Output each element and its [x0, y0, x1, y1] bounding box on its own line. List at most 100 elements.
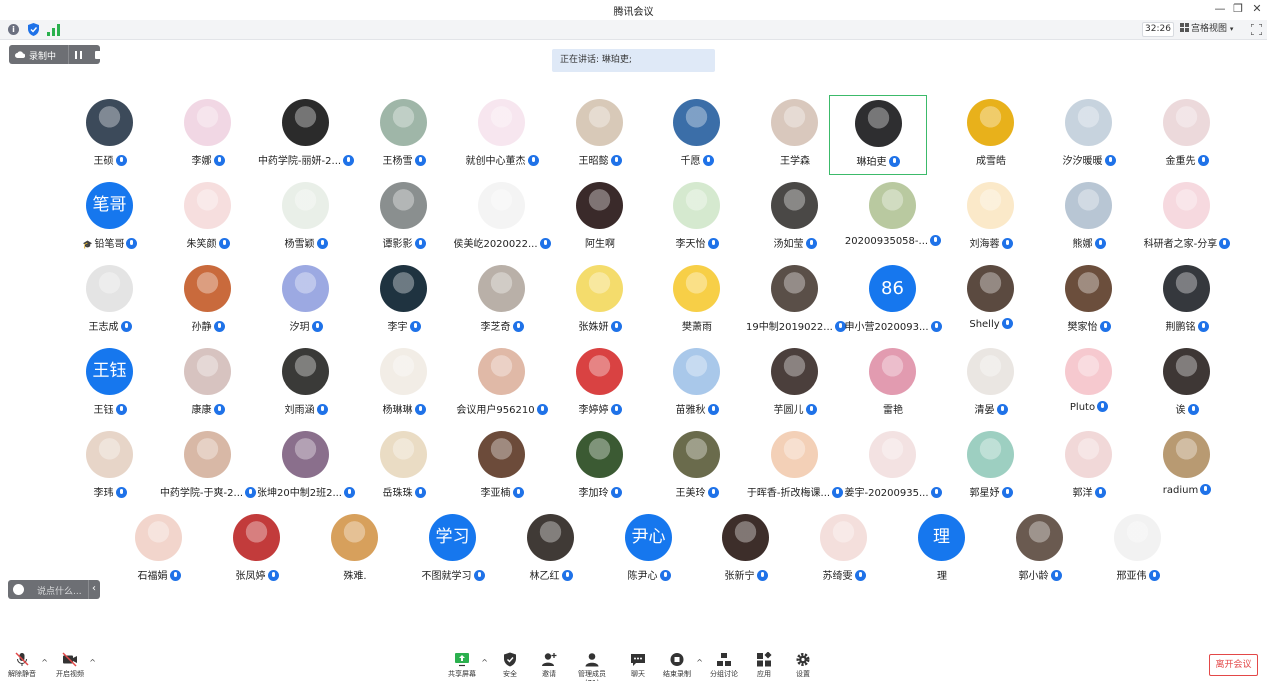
participant-tile[interactable]: 科研者之家-分享 — [1138, 178, 1236, 258]
participant-tile[interactable]: 琳珀吏 — [829, 95, 927, 175]
participant-tile[interactable]: 李宇 — [355, 261, 453, 341]
participant-tile[interactable]: 杨雪颖 — [257, 178, 355, 258]
share-screen-button[interactable]: 共享屏幕 ^ — [442, 652, 488, 679]
participant-tile[interactable]: 汐汐暖暖 — [1040, 95, 1138, 175]
signal-icon[interactable] — [47, 24, 60, 36]
leave-meeting-button[interactable]: 离开会议 — [1209, 654, 1258, 676]
participant-tile[interactable]: 李加玲 — [551, 427, 649, 507]
participant-tile[interactable]: 郭洋 — [1040, 427, 1138, 507]
participant-tile[interactable]: 邢亚伟 — [1089, 510, 1187, 590]
info-icon[interactable]: i — [8, 24, 19, 35]
participant-tile[interactable]: 王美玲 — [648, 427, 746, 507]
participant-tile[interactable]: 岳珠珠 — [355, 427, 453, 507]
participant-tile[interactable]: 86 申小营2020093... — [844, 261, 942, 341]
participant-tile[interactable]: 张坤20中制2班2... — [257, 427, 355, 507]
participant-tile[interactable]: 刘海蓉 — [942, 178, 1040, 258]
security-button[interactable]: 安全 — [490, 652, 530, 679]
unmute-button[interactable]: 解除静音 ^ — [2, 652, 48, 679]
participant-tile[interactable]: 于晖香-折改梅课... — [746, 427, 844, 507]
participant-tile[interactable]: 张新宁 — [697, 510, 795, 590]
emoji-icon[interactable] — [13, 584, 24, 595]
participant-tile[interactable]: 汐玥 — [257, 261, 355, 341]
participant-tile[interactable]: 姜宇-20200935... — [844, 427, 942, 507]
participant-tile[interactable]: 郭小龄 — [991, 510, 1089, 590]
participant-tile[interactable]: 学习 不图就学习 — [404, 510, 502, 590]
participant-tile[interactable]: 王昭懿 — [551, 95, 649, 175]
participant-tile[interactable]: 成雪皓 — [942, 95, 1040, 175]
chevron-up-icon[interactable]: ^ — [41, 658, 48, 667]
participant-tile[interactable]: 李娜 — [159, 95, 257, 175]
participant-tile[interactable]: 李婷婷 — [551, 344, 649, 424]
participant-tile[interactable]: 张姝妍 — [551, 261, 649, 341]
minimize-icon[interactable]: — — [1213, 2, 1227, 16]
participant-tile[interactable]: 理理 — [893, 510, 991, 590]
participant-tile[interactable]: 王钰 王钰 — [61, 344, 159, 424]
participant-tile[interactable]: 石福娟 — [110, 510, 208, 590]
chevron-up-icon[interactable]: ^ — [89, 658, 96, 667]
participant-tile[interactable]: 19中制2019022... — [746, 261, 846, 341]
participant-tile[interactable]: Shelly — [942, 261, 1040, 341]
participant-tile[interactable]: 王硕 — [61, 95, 159, 175]
participant-tile[interactable]: 尹心 陈尹心 — [600, 510, 698, 590]
chat-button[interactable]: 聊天 — [618, 652, 658, 679]
participant-tile[interactable]: 王杨雪 — [355, 95, 453, 175]
participant-tile[interactable]: 郭星妤 — [942, 427, 1040, 507]
participant-tile[interactable]: 诶 — [1138, 344, 1236, 424]
participant-tile[interactable]: 杨琳琳 — [355, 344, 453, 424]
participant-tile[interactable]: radium — [1138, 427, 1236, 507]
start-video-button[interactable]: 开启视频 ^ — [50, 652, 96, 679]
participant-tile[interactable]: 朱笑颜 — [159, 178, 257, 258]
stop-recording-button[interactable] — [95, 51, 103, 59]
participant-tile[interactable]: 会议用户956210 — [453, 344, 551, 424]
participant-tile[interactable]: 孙静 — [159, 261, 257, 341]
collapse-chat-icon[interactable]: ‹ — [92, 583, 96, 594]
chevron-up-icon[interactable]: ^ — [481, 658, 488, 667]
participant-tile[interactable]: 李玮 — [61, 427, 159, 507]
participant-tile[interactable]: 李亚楠 — [453, 427, 551, 507]
participant-tile[interactable]: 侯美屹2020022... — [453, 178, 551, 258]
apps-button[interactable]: 应用 — [744, 652, 784, 679]
participant-tile[interactable]: 樊家怡 — [1040, 261, 1138, 341]
participant-tile[interactable]: 雷艳 — [844, 344, 942, 424]
participant-tile[interactable]: 苗雅秋 — [648, 344, 746, 424]
participant-tile[interactable]: Pluto — [1040, 344, 1138, 424]
chevron-up-icon[interactable]: ^ — [696, 658, 703, 667]
shield-icon[interactable] — [28, 23, 39, 36]
participant-tile[interactable]: 谭影影 — [355, 178, 453, 258]
participant-tile[interactable]: 林乙红 — [502, 510, 600, 590]
participant-name: 会议用户956210 — [456, 405, 535, 416]
fullscreen-icon[interactable] — [1251, 24, 1262, 35]
participant-tile[interactable]: 汤如莹 — [746, 178, 844, 258]
participant-tile[interactable]: 刘雨涵 — [257, 344, 355, 424]
participant-tile[interactable]: 就创中心董杰 — [453, 95, 551, 175]
pause-recording-button[interactable] — [75, 51, 82, 59]
invite-button[interactable]: 邀请 — [529, 652, 569, 679]
participant-tile[interactable]: 千愿 — [648, 95, 746, 175]
participant-tile[interactable]: 芋圆儿 — [746, 344, 844, 424]
participant-tile[interactable]: 王志成 — [61, 261, 159, 341]
chat-input[interactable]: 说点什么... ‹ — [8, 580, 100, 599]
participant-tile[interactable]: 中药学院-丽妍-2... — [257, 95, 355, 175]
participant-tile[interactable]: 荆鹏铭 — [1138, 261, 1236, 341]
participant-tile[interactable]: 金重先 — [1138, 95, 1236, 175]
participant-tile[interactable]: 熊娜 — [1040, 178, 1138, 258]
participant-tile[interactable]: 笔哥 🎓 铅笔哥 — [61, 178, 159, 258]
participant-tile[interactable]: 中药学院-于爽-2... — [159, 427, 257, 507]
close-icon[interactable]: ✕ — [1250, 2, 1264, 16]
participant-tile[interactable]: 苏绮雯 — [795, 510, 893, 590]
participant-tile[interactable]: 李天怡 — [648, 178, 746, 258]
participant-tile[interactable]: 樊萧雨 — [648, 261, 746, 341]
settings-button[interactable]: 设置 — [783, 652, 823, 679]
participant-tile[interactable]: 清晏 — [942, 344, 1040, 424]
participant-tile[interactable]: 李芝奇 — [453, 261, 551, 341]
participant-tile[interactable]: 张凤婷 — [208, 510, 306, 590]
restore-icon[interactable]: ❐ — [1231, 2, 1245, 16]
end-recording-button[interactable]: 结束录制 ^ — [657, 652, 703, 679]
participant-tile[interactable]: 康康 — [159, 344, 257, 424]
participant-tile[interactable]: 阿生啊 — [551, 178, 649, 258]
view-switch-button[interactable]: 宫格视图 ▾ — [1180, 22, 1242, 37]
manage-members-button[interactable]: 管理成员(71) — [572, 652, 612, 681]
breakout-button[interactable]: 分组讨论 — [704, 652, 744, 679]
participant-tile[interactable]: 20200935058-... — [844, 178, 942, 258]
participant-tile[interactable]: 殊难. — [306, 510, 404, 590]
